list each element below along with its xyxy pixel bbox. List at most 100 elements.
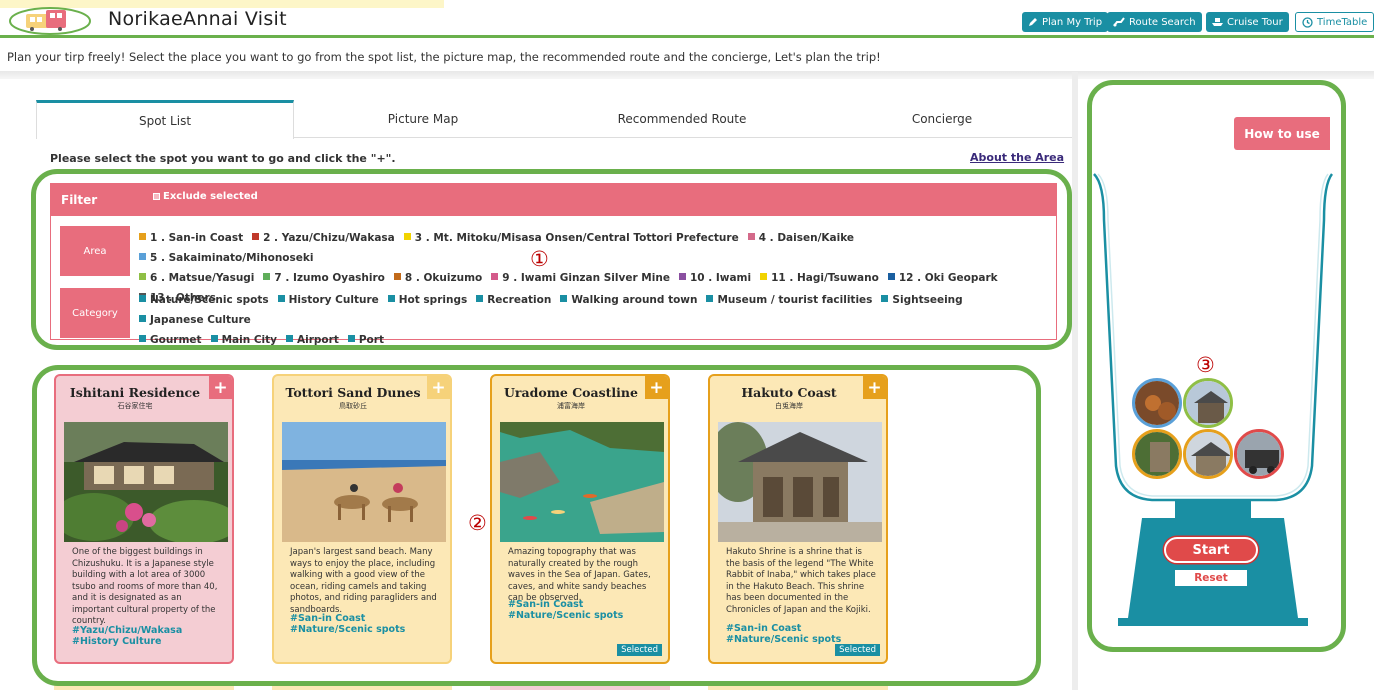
area-filter-label: 1 . San-in Coast (150, 232, 244, 244)
route-search-label: Route Search (1129, 16, 1196, 28)
area-filter-label: 3 . Mt. Mitoku/Misasa Onsen/Central Tott… (414, 232, 739, 244)
color-square-icon (139, 233, 146, 240)
reset-button[interactable]: Reset (1175, 570, 1247, 586)
area-filter-item[interactable]: 4 . Daisen/Kaike (747, 228, 854, 248)
header: NorikaeAnnai Visit Plan My Trip Route Se… (0, 0, 1374, 38)
color-square-icon (286, 335, 294, 342)
category-filter-label: Main City (221, 334, 278, 346)
color-square-icon (747, 233, 755, 240)
area-filter-item[interactable]: 8 . Okuizumo (393, 268, 482, 288)
area-filter-item[interactable]: 5 . Sakaiminato/Mihonoseki (139, 248, 313, 268)
category-filter-item[interactable]: Japanese Culture (139, 310, 251, 330)
area-filter-label: 5 . Sakaiminato/Mihonoseki (150, 252, 314, 264)
category-filter-label: Recreation (487, 294, 552, 306)
pencil-icon (1029, 18, 1037, 26)
category-filter-label: Gourmet (150, 334, 202, 346)
next-card-peek (708, 682, 888, 690)
start-button[interactable]: Start (1164, 537, 1258, 563)
category-filter-item[interactable]: Port (347, 330, 384, 350)
about-the-area-link[interactable]: About the Area (970, 151, 1064, 164)
category-filter-item[interactable]: Museum / tourist facilities (706, 290, 872, 310)
area-filter-item[interactable]: 9 . Iwami Ginzan Silver Mine (491, 268, 670, 288)
spot-japanese-name: 石谷家住宅 (117, 402, 153, 410)
category-filter-item[interactable]: Gourmet (139, 330, 202, 350)
area-filter-item[interactable]: 1 . San-in Coast (139, 228, 243, 248)
logo[interactable] (6, 2, 94, 36)
category-filter-item[interactable]: Sightseeing (881, 290, 963, 310)
capsule-ball[interactable] (1183, 378, 1233, 428)
exclude-selected-label: Exclude selected (163, 191, 258, 202)
tab-recommended-route[interactable]: Recommended Route (552, 100, 812, 138)
category-filter-item[interactable]: Nature/Scenic spots (139, 290, 269, 310)
exclude-selected-checkbox[interactable]: Exclude selected (153, 191, 258, 202)
category-filter-item[interactable]: History Culture (277, 290, 379, 310)
spot-description: Japan's largest sand beach. Many ways to… (290, 547, 437, 615)
area-filter-item[interactable]: 6 . Matsue/Yasugi (139, 268, 254, 288)
route-search-button[interactable]: Route Search (1107, 12, 1202, 32)
how-to-use-button[interactable]: How to use (1234, 117, 1330, 150)
capsule-ball[interactable] (1132, 429, 1182, 479)
color-square-icon (881, 295, 889, 302)
category-filter-item[interactable]: Main City (210, 330, 278, 350)
category-filter-list: Nature/Scenic spots History Culture Hot sp… (139, 290, 1039, 350)
next-card-peek (490, 682, 670, 690)
area-filter-item[interactable]: 12 . Oki Geopark (887, 268, 998, 288)
color-square-icon (393, 273, 401, 280)
category-filter-label: Nature/Scenic spots (150, 294, 269, 306)
spot-card-ishitani-residence[interactable]: + Ishitani Residence 石谷家住宅 One of the bi… (54, 374, 234, 664)
capsule-ball[interactable] (1183, 429, 1233, 479)
plan-my-trip-button[interactable]: Plan My Trip (1022, 12, 1109, 32)
tab-picture-map[interactable]: Picture Map (294, 100, 552, 138)
capsule-ball[interactable] (1132, 378, 1182, 428)
gray-separator (0, 71, 1374, 79)
spot-photo (64, 422, 228, 542)
color-square-icon (139, 253, 146, 260)
clock-icon (1302, 16, 1313, 28)
area-filter-item[interactable]: 2 . Yazu/Chizu/Wakasa (252, 228, 395, 248)
spot-tags[interactable]: #Yazu/Chizu/Wakasa #History Culture (72, 625, 224, 647)
area-label: Area (60, 226, 130, 276)
area-filter-item[interactable]: 3 . Mt. Mitoku/Misasa Onsen/Central Tott… (403, 228, 739, 248)
cruise-tour-button[interactable]: Cruise Tour (1206, 12, 1289, 32)
category-filter-item[interactable]: Walking around town (560, 290, 697, 310)
spot-japanese-name: 白兎海岸 (775, 402, 803, 410)
area-filter-item[interactable]: 7 . Izumo Oyashiro (263, 268, 385, 288)
filter-header: Filter Exclude selected (51, 184, 1056, 216)
color-square-icon (706, 295, 714, 302)
category-filter-item[interactable]: Airport (286, 330, 339, 350)
color-square-icon (560, 295, 568, 302)
plan-my-trip-label: Plan My Trip (1042, 16, 1103, 28)
spot-title: Uradome Coastline (504, 385, 638, 400)
spot-tags[interactable]: #San-in Coast #Nature/Scenic spots (290, 613, 442, 635)
filter-panel: Filter Exclude selected Area 1 . San-in … (50, 183, 1057, 346)
annotation-number-one: ① (530, 247, 549, 271)
spot-card-uradome-coastline[interactable]: + Uradome Coastline 浦富海岸 Amazing topogra… (490, 374, 670, 664)
color-square-icon (139, 335, 146, 342)
area-filter-label: 2 . Yazu/Chizu/Wakasa (263, 232, 395, 244)
spot-title: Tottori Sand Dunes (285, 385, 421, 400)
area-filter-item[interactable]: 10 . Iwami (678, 268, 751, 288)
area-filter-item[interactable]: 11 . Hagi/Tsuwano (760, 268, 879, 288)
spot-photo (500, 422, 664, 542)
area-filter-label: 6 . Matsue/Yasugi (150, 272, 255, 284)
color-square-icon (476, 295, 484, 302)
spot-card-hakuto-coast[interactable]: + Hakuto Coast 白兎海岸 Hakuto Shrine is a s… (708, 374, 888, 664)
color-square-icon (139, 295, 146, 302)
category-label: Category (60, 288, 130, 338)
color-square-icon (139, 273, 146, 280)
instruction-text: Please select the spot you want to go an… (50, 152, 396, 165)
category-filter-item[interactable]: Recreation (476, 290, 551, 310)
timetable-button[interactable]: TimeTable (1295, 12, 1374, 32)
category-filter-item[interactable]: Hot springs (387, 290, 468, 310)
spot-card-tottori-sand-dunes[interactable]: + Tottori Sand Dunes 鳥取砂丘 Japan's larges… (272, 374, 452, 664)
spot-tags[interactable]: #San-in Coast #Nature/Scenic spots (508, 599, 660, 621)
category-filter-label: Hot springs (398, 294, 468, 306)
spot-tags[interactable]: #San-in Coast #Nature/Scenic spots (726, 623, 878, 645)
tab-concierge[interactable]: Concierge (812, 100, 1072, 138)
color-square-icon (252, 233, 260, 240)
capsule-ball[interactable] (1234, 429, 1284, 479)
spot-photo (282, 422, 446, 542)
tab-spot-list[interactable]: Spot List (36, 100, 294, 139)
vertical-divider (1072, 72, 1078, 690)
tab-bar: Spot List Picture Map Recommended Route … (36, 100, 1072, 139)
